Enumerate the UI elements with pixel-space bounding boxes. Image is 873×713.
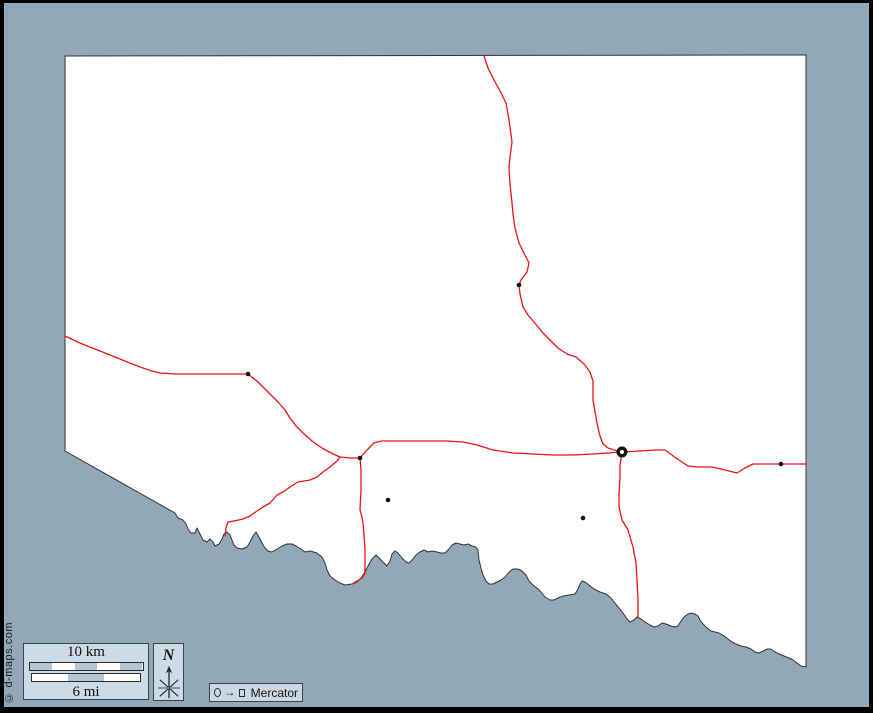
circle-icon xyxy=(214,688,221,697)
frame-border-left xyxy=(0,0,4,713)
scale-km-label: 10 km xyxy=(24,644,148,661)
county-seat-marker xyxy=(618,448,626,456)
scale-box: 10 km 6 mi xyxy=(23,643,149,700)
scale-bar-segment xyxy=(104,674,140,681)
scale-km-bar xyxy=(29,662,144,671)
copyright-text: © d-maps.com xyxy=(3,622,15,704)
north-box: N xyxy=(153,643,184,701)
projection-label: Mercator xyxy=(251,686,298,700)
map-canvas xyxy=(0,0,873,713)
north-label: N xyxy=(163,647,175,665)
town-dot xyxy=(517,283,522,288)
scale-bar-segment xyxy=(75,663,98,670)
town-dot xyxy=(386,498,391,503)
square-icon xyxy=(239,689,245,697)
arrow-right-icon: → xyxy=(224,686,236,698)
town-dot xyxy=(246,372,251,377)
region-shape xyxy=(65,55,806,667)
map-frame: © d-maps.com 10 km 6 mi N → Mercator xyxy=(0,0,873,713)
scale-bar-segment xyxy=(97,663,120,670)
north-arrow-icon xyxy=(155,665,183,700)
scale-mi-bar xyxy=(31,673,141,682)
projection-box: → Mercator xyxy=(209,683,303,702)
scale-bar-segment xyxy=(30,663,53,670)
scale-bar-segment xyxy=(32,674,68,681)
town-dot xyxy=(581,516,586,521)
town-dot xyxy=(779,462,784,467)
frame-border-bottom xyxy=(0,707,873,713)
scale-mi-label: 6 mi xyxy=(24,684,148,701)
scale-bar-segment xyxy=(68,674,104,681)
scale-bar-segment xyxy=(120,663,143,670)
scale-bar-segment xyxy=(52,663,75,670)
frame-border-right xyxy=(869,0,873,713)
frame-border-top xyxy=(0,0,873,3)
town-dot xyxy=(358,456,363,461)
